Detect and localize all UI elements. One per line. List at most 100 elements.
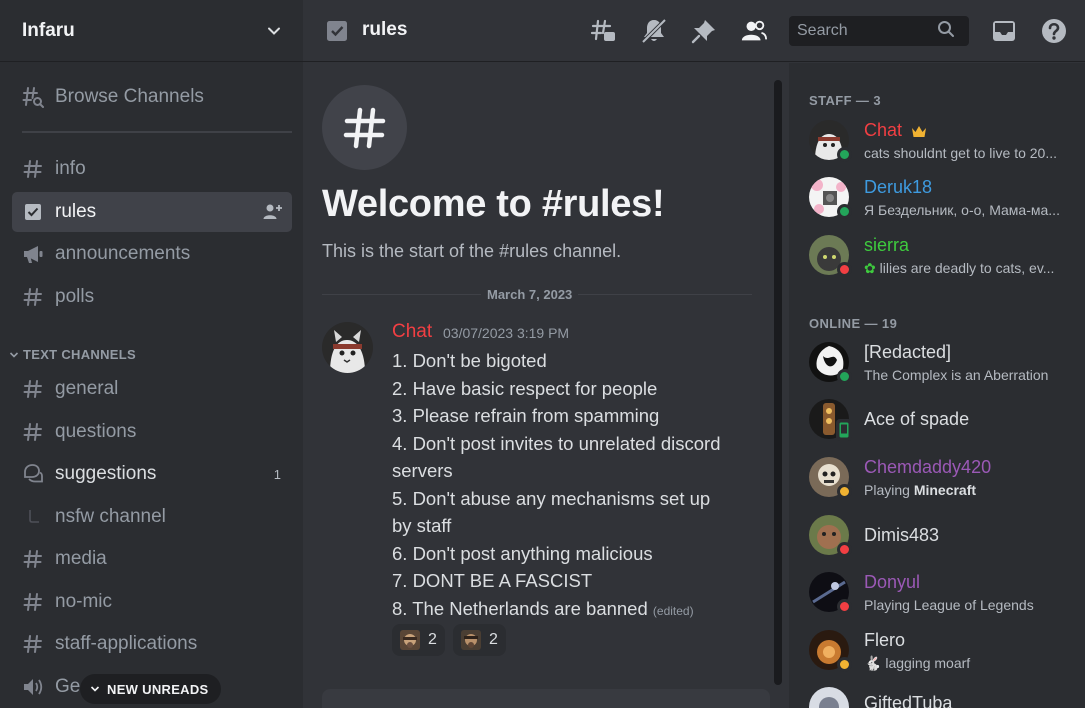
rabbit-icon: 🐇: [864, 655, 886, 671]
member-item[interactable]: Deruk18 Я Бездельник, о-о, Мама-ма...: [809, 175, 1079, 225]
category-text-channels[interactable]: TEXT CHANNELS: [9, 347, 136, 362]
invite-user-icon[interactable]: [263, 202, 283, 226]
member-item[interactable]: Flero 🐇 lagging moarf: [809, 628, 1079, 678]
member-item[interactable]: [Redacted] The Complex is an Aberration: [809, 340, 1079, 390]
forum-icon: [22, 463, 44, 485]
hash-icon: [22, 548, 44, 570]
search-input[interactable]: [797, 22, 937, 40]
custom-emoji-icon: [461, 630, 481, 650]
member-name: Donyul: [864, 572, 921, 592]
reaction-button[interactable]: 2: [453, 624, 506, 656]
search-icon: [937, 20, 955, 43]
channel-label: staff-applications: [55, 633, 198, 654]
chevron-down-icon: [268, 27, 280, 35]
thread-icon: [22, 506, 44, 528]
rule-line: 5. Don't abuse any mechanisms set up by …: [392, 487, 711, 537]
message-content: 1. Don't be bigoted 2. Have basic respec…: [392, 347, 722, 625]
channel-label: announcements: [55, 243, 191, 264]
hash-icon: [22, 158, 44, 180]
status-idle-icon: [837, 484, 852, 499]
status-idle-icon: [837, 657, 852, 672]
browse-channels[interactable]: Browse Channels: [12, 77, 292, 117]
member-item[interactable]: Chat cats shouldnt get to live to 20...: [809, 118, 1079, 168]
welcome-subtitle: This is the start of the #rules channel.: [322, 241, 622, 261]
member-activity: Я Бездельник, о-о, Мама-ма...: [864, 202, 1060, 218]
crown-icon: [911, 125, 927, 143]
activity-prefix: Playing: [864, 482, 914, 498]
member-item[interactable]: Dimis483: [809, 513, 1079, 563]
rule-line: 7. DONT BE A FASCIST: [392, 570, 593, 591]
channel-label: questions: [55, 421, 137, 442]
rule-line: 1. Don't be bigoted: [392, 350, 547, 371]
channel-sidebar: Infaru Browse Channels info rules announ…: [0, 0, 303, 708]
channel-general[interactable]: general: [12, 369, 292, 409]
member-name: Ace of spade: [864, 409, 970, 429]
pin-icon[interactable]: [690, 17, 718, 45]
member-item[interactable]: sierra ✿ lilies are deadly to cats, ev..…: [809, 233, 1079, 283]
member-name: Dimis483: [864, 525, 940, 545]
channel-header: rules: [303, 0, 1085, 62]
divider: [22, 131, 292, 133]
member-activity: cats shouldnt get to live to 20...: [864, 145, 1058, 161]
member-item[interactable]: GiftedTuba: [809, 685, 1079, 708]
member-activity-text: lilies are deadly to cats, ev...: [879, 260, 1055, 276]
new-unreads-button[interactable]: NEW UNREADS: [80, 674, 221, 704]
member-item[interactable]: Donyul Playing League of Legends: [809, 570, 1079, 620]
reaction-button[interactable]: 2: [392, 624, 445, 656]
channel-rules[interactable]: rules: [12, 192, 292, 232]
message-author[interactable]: Chat: [392, 321, 432, 343]
channel-label: rules: [55, 201, 97, 222]
hash-icon: [22, 633, 44, 655]
status-dnd-icon: [837, 542, 852, 557]
welcome-title: Welcome to #rules!: [322, 183, 665, 225]
channel-label: polls: [55, 286, 95, 307]
hash-icon: [22, 286, 44, 308]
channel-label: Ge: [55, 676, 81, 697]
chevron-down-icon: [90, 686, 100, 692]
rule-text: 8. The Netherlands are banned: [392, 597, 648, 619]
member-activity-text: lagging moarf: [885, 655, 971, 671]
status-online-icon: [837, 369, 852, 384]
megaphone-icon: [22, 243, 44, 265]
help-icon[interactable]: [1040, 17, 1068, 45]
channel-questions[interactable]: questions: [12, 412, 292, 452]
channel-info[interactable]: info: [12, 149, 292, 189]
scrollbar[interactable]: [774, 80, 782, 685]
chevron-down-icon: [9, 351, 19, 358]
member-activity: 🐇 lagging moarf: [864, 655, 1074, 672]
server-name: Infaru: [22, 19, 75, 41]
mute-icon[interactable]: [640, 17, 668, 45]
status-mobile-icon: [836, 419, 852, 441]
status-online-icon: [837, 204, 852, 219]
thread-nsfw-channel[interactable]: nsfw channel: [12, 497, 292, 537]
message-area: Welcome to #rules! This is the start of …: [303, 63, 789, 708]
channel-media[interactable]: media: [12, 539, 292, 579]
member-name: Chat: [864, 120, 903, 140]
member-group-header: STAFF — 3: [809, 93, 881, 108]
status-dnd-icon: [837, 599, 852, 614]
member-name: [Redacted]: [864, 342, 952, 362]
member-item[interactable]: Ace of spade: [809, 397, 1079, 447]
member-item[interactable]: Chemdaddy420 Playing Minecraft: [809, 455, 1079, 505]
unread-count-badge: 1: [273, 466, 281, 482]
member-activity: ✿ lilies are deadly to cats, ev...: [864, 260, 1074, 277]
rule-line: 6. Don't post anything malicious: [392, 542, 653, 564]
member-activity: Playing Minecraft: [864, 482, 1074, 498]
flower-icon: ✿: [864, 260, 880, 276]
message-timestamp: 03/07/2023 3:19 PM: [443, 325, 570, 341]
inbox-icon[interactable]: [990, 17, 1018, 45]
channel-polls[interactable]: polls: [12, 277, 292, 317]
members-icon[interactable]: [740, 17, 768, 45]
edited-tag: (edited): [652, 603, 694, 618]
message-composer[interactable]: [322, 689, 770, 708]
channel-suggestions[interactable]: suggestions 1: [12, 454, 292, 494]
activity-game: Minecraft: [913, 482, 977, 498]
server-header[interactable]: Infaru: [0, 0, 303, 62]
channel-no-mic[interactable]: no-mic: [12, 582, 292, 622]
threads-icon[interactable]: [590, 17, 618, 45]
search-box[interactable]: [789, 16, 969, 46]
channel-staff-applications[interactable]: staff-applications: [12, 624, 292, 664]
avatar[interactable]: [322, 322, 373, 373]
hash-icon: [22, 421, 44, 443]
channel-announcements[interactable]: announcements: [12, 234, 292, 274]
